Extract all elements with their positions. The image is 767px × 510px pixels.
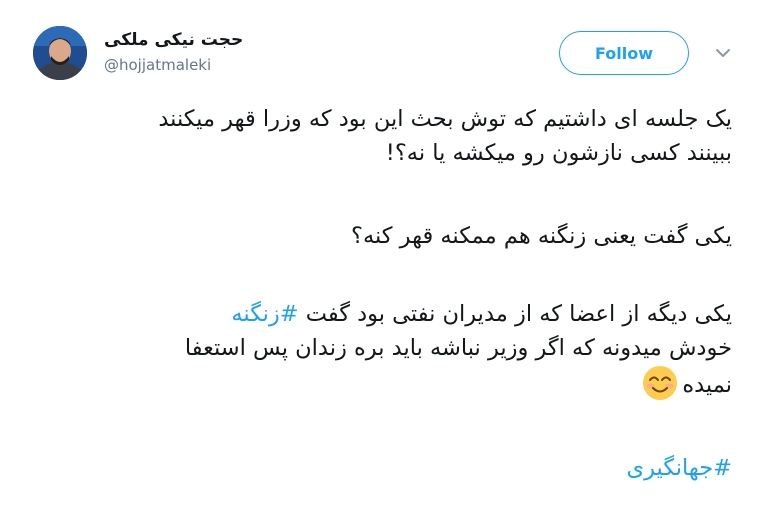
- hashtag-link[interactable]: #جهانگیری: [627, 455, 733, 481]
- smiling-face-icon: [642, 365, 678, 401]
- hashtag-link[interactable]: #زنگنه: [231, 301, 298, 327]
- tweet-text: یک جلسه ای داشتیم که توش بحث این بود که …: [20, 102, 732, 485]
- user-handle[interactable]: @hojjatmaleki: [104, 56, 211, 74]
- tweet-line: یکی گفت یعنی زنگنه هم ممکنه قهر کنه؟: [351, 223, 732, 249]
- avatar[interactable]: [33, 26, 87, 80]
- tweet-line: یکی دیگه از اعضا که از مدیران نفتی بود گ…: [20, 297, 732, 331]
- tweet-line: نمیده: [20, 365, 732, 402]
- follow-button[interactable]: Follow: [559, 31, 689, 75]
- tweet-line-text: نمیده: [682, 372, 732, 398]
- tweet-line-text: یکی دیگه از اعضا که از مدیران نفتی بود گ…: [298, 301, 732, 327]
- tweet-line: خودش میدونه که اگر وزیر نباشه باید بره ز…: [184, 335, 732, 361]
- tweet-line: #جهانگیری: [20, 451, 733, 485]
- avatar-image: [33, 26, 87, 80]
- tweet-line: یک جلسه ای داشتیم که توش بحث این بود که …: [158, 106, 732, 132]
- user-display-name[interactable]: حجت نیکی ملکی: [104, 30, 254, 50]
- chevron-down-icon[interactable]: [712, 42, 734, 64]
- tweet-line: ببینند کسی نازشون رو میکشه یا نه؟!: [385, 140, 732, 166]
